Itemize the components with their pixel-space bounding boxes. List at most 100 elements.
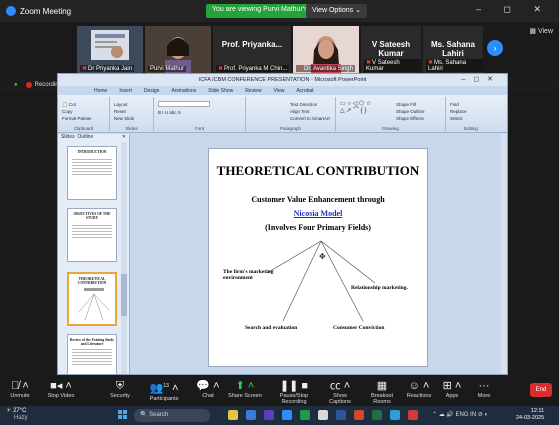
video-icon: ■◂ ˄ [50, 380, 72, 392]
slide-thumbnail[interactable]: INTRODUCTION [67, 146, 117, 200]
teams-icon[interactable] [264, 410, 274, 420]
participant-tile[interactable]: V Sateesh Kumar ✖V Sateesh Kumar [361, 26, 421, 74]
tab-animations[interactable]: Animations [171, 88, 196, 94]
word-icon[interactable] [336, 410, 346, 420]
breakout-icon: ▦ [376, 380, 388, 392]
screen: Zoom Meeting You are viewing Purvi Mathu… [0, 0, 559, 425]
tab-insert[interactable]: Insert [119, 88, 132, 94]
participants-button[interactable]: 👥13 ˄ Participants [146, 379, 182, 402]
tab-design[interactable]: Design [144, 88, 160, 94]
app-icon[interactable] [300, 410, 310, 420]
weather-icon: ☀ [6, 408, 12, 414]
group-label: Editing [464, 126, 478, 131]
more-button[interactable]: ··· More [472, 379, 496, 399]
participant-display-name: Ms. Sahana Lahiri [430, 40, 475, 58]
paste-icon: 📋 [62, 102, 68, 107]
windows-taskbar: ☀ 27°C Hazy 🔍 Search ⌃ ☁ 🔊 ENG IN ⊘ ◐ 12… [0, 406, 559, 425]
drawing-items[interactable]: Shape Fill Shape Outline Shape Effects [396, 101, 425, 122]
show-captions-button[interactable]: ㏄ ˄ Show Captions [322, 379, 358, 405]
slide-thumbnail-selected[interactable]: THEORETICAL CONTRIBUTION [67, 272, 117, 326]
tab-view[interactable]: View [274, 88, 285, 94]
ribbon-tabs: Home Insert Design Animations Slide Show… [58, 86, 507, 95]
chat-button[interactable]: 💬 ˄ Chat [196, 379, 220, 399]
thumbnail-diagram [78, 288, 110, 321]
excel-icon[interactable] [372, 410, 382, 420]
participant-tile[interactable]: Ms. Sahana Lahiri ✖Ms. Sahana Lahiri [423, 26, 483, 74]
connector-line [320, 240, 364, 322]
powerpoint-icon[interactable] [354, 410, 364, 420]
editing-group: Find Replace Select Editing [446, 97, 496, 131]
pause-stop-recording-button[interactable]: ❚❚ ■ Pause/Stop Recording [268, 379, 320, 405]
stop-video-button[interactable]: ■◂ ˄ Stop Video [44, 379, 78, 399]
slide-thumbnail[interactable]: OBJECTIVES OF THE STUDY [67, 208, 117, 262]
participant-display-name: Prof. Priyanka... [221, 40, 283, 49]
editing-items[interactable]: Find Replace Select [450, 101, 467, 122]
shapes-gallery[interactable]: ▭ ○ ◁ ⬡ ☆ △ ↗ ⌒ { } [340, 101, 371, 115]
view-button-label: View [537, 28, 553, 35]
panel-scrollbar[interactable] [121, 142, 127, 374]
participant-tile[interactable]: ✖Dr Priyanka Jain [77, 26, 143, 74]
zoom-logo-icon [6, 6, 16, 16]
participant-name: Purvi Mathur [148, 66, 187, 72]
powerpoint-window-controls[interactable]: –◻✕ [461, 75, 501, 83]
slides-items[interactable]: Layout Reset New Slide [114, 101, 134, 122]
record-icon: ❚❚ ■ [279, 380, 309, 392]
tab-slide-show[interactable]: Slide Show [208, 88, 233, 94]
slide-thumbnail[interactable]: Review of the Existing Study and Literat… [67, 334, 117, 374]
participant-name: ✖Ms. Sahana Lahiri [426, 59, 483, 72]
system-tray[interactable]: ⌃ ☁ 🔊 ENG IN ⊘ ◐ [432, 411, 488, 418]
security-button[interactable]: ⛨ Security [106, 379, 134, 399]
drawing-group: ▭ ○ ◁ ⬡ ☆ △ ↗ ⌒ { } Shape Fill Shape Outl… [336, 97, 446, 131]
taskbar-search[interactable]: 🔍 Search [134, 409, 210, 422]
view-options-label: View Options [312, 7, 354, 14]
browser-icon[interactable] [246, 410, 256, 420]
app-icon[interactable] [390, 410, 400, 420]
participant-tile[interactable]: ✖Dr. Avantika Singh [293, 26, 359, 74]
zoom-taskbar-icon[interactable] [282, 410, 292, 420]
share-screen-icon: ⬆ ˄ [235, 380, 255, 392]
shield-icon: ⛨ [115, 380, 125, 392]
tab-review[interactable]: Review [245, 88, 261, 94]
font-name-box[interactable] [158, 101, 210, 107]
field-relationship-marketing: Relationship marketing. [351, 285, 408, 291]
share-screen-button[interactable]: ⬆ ˄ Share Screen [228, 379, 262, 399]
panel-tabs: Slides Outline ✕ [58, 134, 130, 142]
participant-tile[interactable]: Purvi Mathur [145, 26, 211, 74]
app-icon[interactable] [318, 410, 328, 420]
view-options-button[interactable]: View Options ⌄ [306, 4, 367, 18]
mic-muted-icon: ✖ [82, 66, 88, 72]
participant-name: ✖V Sateesh Kumar [364, 59, 421, 72]
tab-outline[interactable]: Outline [77, 134, 93, 140]
font-items[interactable]: B I U abc S [158, 101, 210, 116]
paragraph-items[interactable]: Text Direction Align Text Convert to Sma… [290, 101, 330, 122]
tab-acrobat[interactable]: Acrobat [296, 88, 313, 94]
next-page-arrow-icon[interactable]: › [487, 40, 503, 56]
file-explorer-icon[interactable] [228, 410, 238, 420]
unmute-button[interactable]: 🎙̸ ˄ Unmute [6, 379, 34, 399]
apps-button[interactable]: ⊞ ˄ Apps [440, 379, 464, 399]
breakout-rooms-button[interactable]: ▦ Breakout Rooms [362, 379, 402, 405]
reactions-button[interactable]: ☺ ˄ Reactions [404, 379, 434, 399]
tab-home[interactable]: Home [94, 88, 107, 94]
window-controls[interactable]: – ◻ ✕ [476, 4, 551, 15]
field-search-evaluation: Search and evaluation [245, 325, 298, 331]
connector-line [282, 240, 322, 322]
weather-widget[interactable]: ☀ 27°C Hazy [6, 408, 28, 422]
slides-group: Layout Reset New Slide Slides [110, 97, 154, 131]
participant-tile[interactable]: Prof. Priyanka... ✖Prof. Priyanka M Chin… [213, 26, 291, 74]
slide-vertical-scrollbar[interactable] [501, 134, 507, 374]
clipboard-items[interactable]: 📋 Cut Copy Format Painter [62, 101, 92, 122]
field-consumer-conviction: Consumer Conviction [333, 325, 385, 331]
current-slide[interactable]: THEORETICAL CONTRIBUTION Customer Value … [208, 148, 428, 367]
powerpoint-title: ICFA ICBM CONFERENCE PRESENTATION - Micr… [58, 74, 507, 86]
windows-start-icon[interactable] [118, 410, 128, 420]
view-button[interactable]: ▦ View [529, 27, 553, 35]
panel-scrollbar-thumb[interactable] [121, 274, 127, 316]
end-meeting-button[interactable]: End [530, 383, 552, 397]
app-icon[interactable] [408, 410, 418, 420]
close-panel-icon[interactable]: ✕ [122, 134, 126, 140]
slide-editing-area: THEORETICAL CONTRIBUTION Customer Value … [131, 134, 507, 374]
more-icon: ··· [478, 380, 490, 392]
taskbar-clock[interactable]: 12:11 24-03-2025 [516, 408, 544, 422]
tab-slides[interactable]: Slides [61, 134, 75, 140]
